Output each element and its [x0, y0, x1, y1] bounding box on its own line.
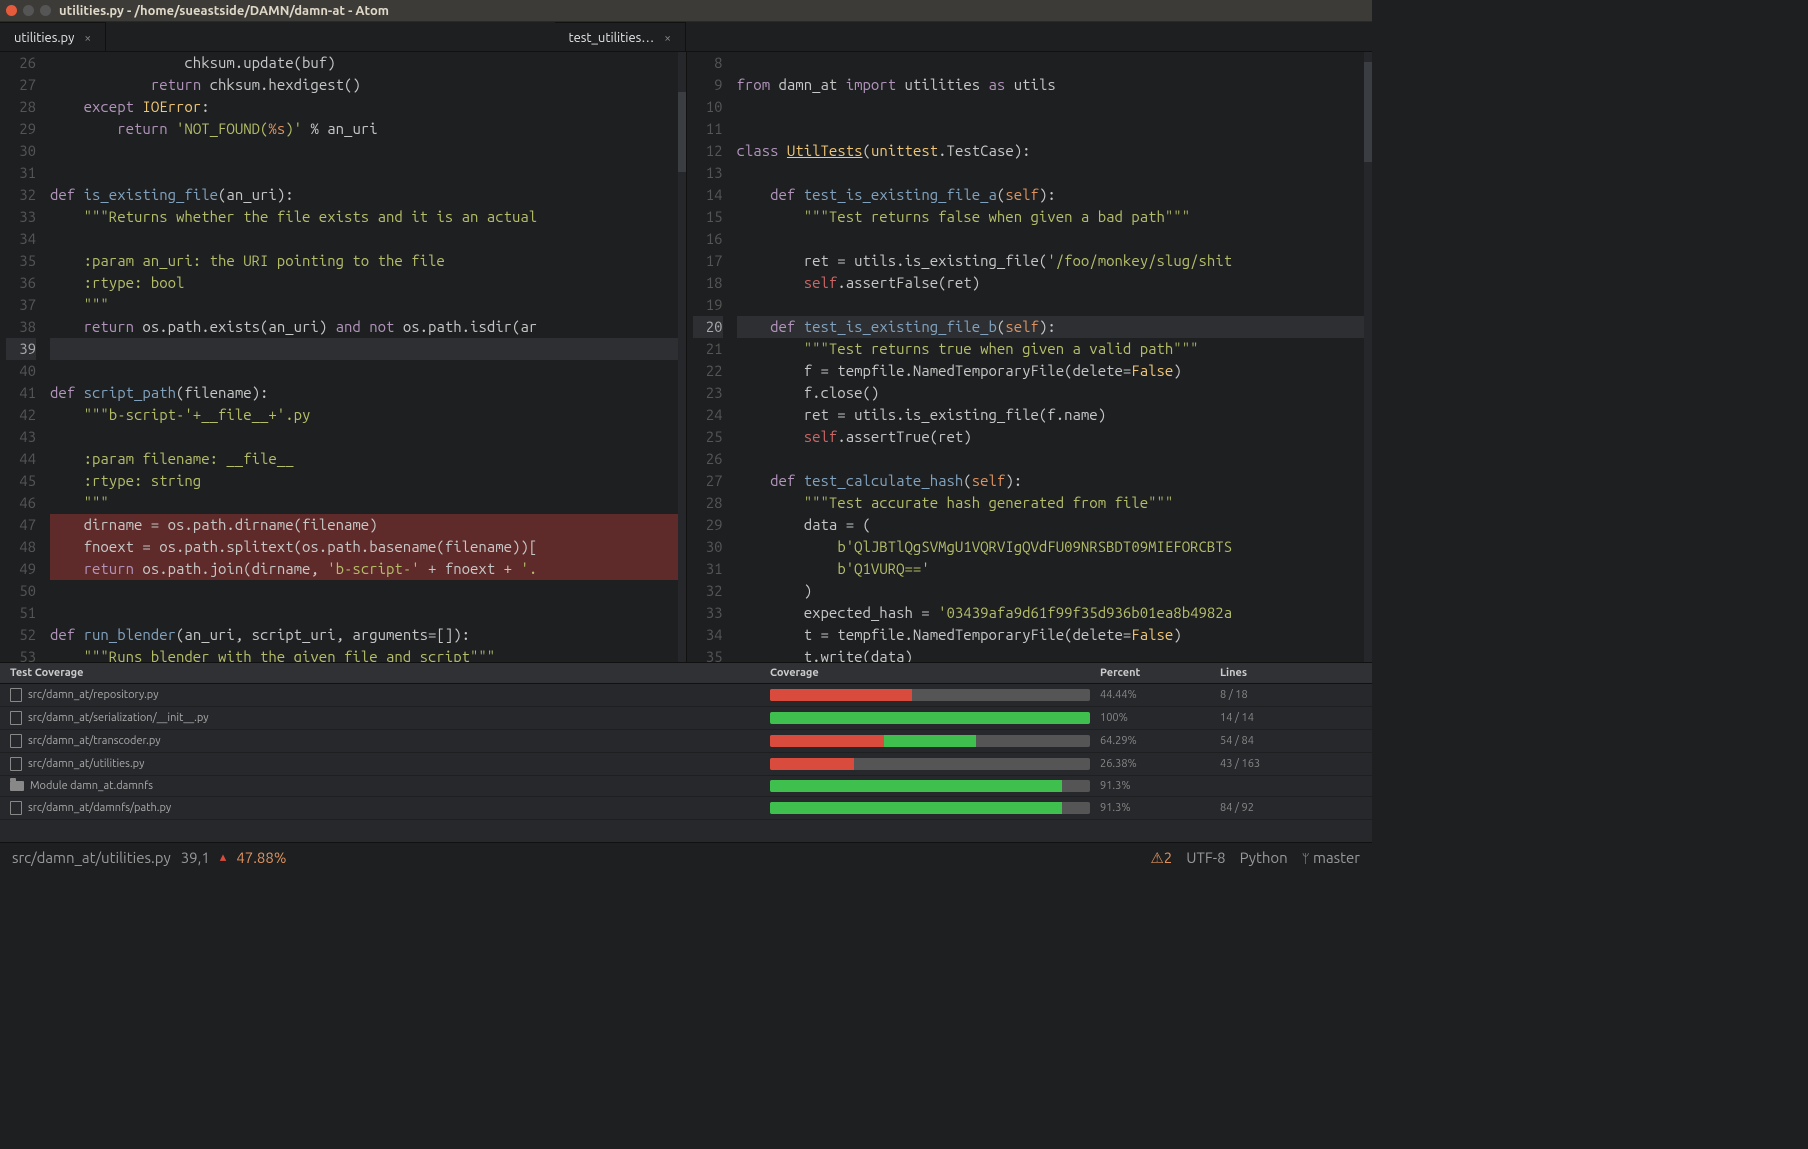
status-git-branch[interactable]: ᛘ master: [1302, 849, 1360, 866]
coverage-bar: [770, 689, 1090, 701]
window-minimize-button[interactable]: [23, 5, 34, 16]
coverage-lines: 84 / 92: [1220, 802, 1362, 814]
coverage-file-name: src/damn_at/damnfs/path.py: [28, 802, 171, 814]
coverage-bar: [770, 735, 1090, 747]
tab-bar: utilities.py × test_utilities… ×: [0, 22, 1372, 52]
coverage-row[interactable]: src/damn_at/utilities.py 26.38%43 / 163: [0, 753, 1372, 776]
editor-pane-left[interactable]: 2627282930313233343536373839404142434445…: [0, 52, 687, 662]
status-coverage-percent[interactable]: 47.88%: [236, 849, 286, 866]
coverage-percent: 44.44%: [1100, 689, 1220, 701]
coverage-percent: 64.29%: [1100, 735, 1220, 747]
file-icon: [10, 688, 22, 702]
editor-pane-right[interactable]: 8910111213141516171819202122232425262728…: [687, 52, 1373, 662]
window-titlebar: utilities.py - /home/sueastside/DAMN/dam…: [0, 0, 1372, 22]
arrow-up-icon: ▴: [220, 850, 227, 865]
line-gutter[interactable]: 8910111213141516171819202122232425262728…: [687, 52, 735, 662]
line-gutter[interactable]: 2627282930313233343536373839404142434445…: [0, 52, 48, 662]
coverage-row[interactable]: src/damn_at/serialization/__init__.py 100…: [0, 707, 1372, 730]
editor-split: 2627282930313233343536373839404142434445…: [0, 52, 1372, 662]
window-controls: [6, 5, 51, 16]
coverage-bar: [770, 758, 1090, 770]
tab-utilities[interactable]: utilities.py ×: [0, 22, 106, 51]
coverage-file-name: Module damn_at.damnfs: [30, 780, 153, 792]
tab-test-utilities[interactable]: test_utilities… ×: [555, 22, 686, 51]
coverage-row[interactable]: src/damn_at/transcoder.py 64.29%54 / 84: [0, 730, 1372, 753]
coverage-percent: 26.38%: [1100, 758, 1220, 770]
scrollbar[interactable]: [678, 52, 686, 662]
coverage-percent: 91.3%: [1100, 780, 1220, 792]
status-file-path[interactable]: src/damn_at/utilities.py: [12, 849, 171, 866]
close-icon[interactable]: ×: [664, 32, 671, 45]
status-encoding[interactable]: UTF-8: [1186, 849, 1225, 866]
coverage-row[interactable]: Module damn_at.damnfs 91.3%: [0, 776, 1372, 797]
file-icon: [10, 734, 22, 748]
coverage-file-name: src/damn_at/serialization/__init__.py: [28, 712, 209, 724]
coverage-file-name: src/damn_at/transcoder.py: [28, 735, 161, 747]
folder-icon: [10, 781, 24, 791]
close-icon[interactable]: ×: [84, 32, 91, 45]
window-close-button[interactable]: [6, 5, 17, 16]
coverage-lines: 8 / 18: [1220, 689, 1362, 701]
coverage-percent: 91.3%: [1100, 802, 1220, 814]
code-area[interactable]: from damn_at import utilities as utilscl…: [735, 52, 1373, 662]
col-percent: Percent: [1100, 667, 1220, 679]
coverage-file-name: src/damn_at/repository.py: [28, 689, 159, 701]
status-bar: src/damn_at/utilities.py 39,1 ▴ 47.88% ⚠…: [0, 842, 1372, 872]
status-cursor-pos[interactable]: 39,1: [181, 849, 210, 866]
coverage-bar: [770, 712, 1090, 724]
status-warnings[interactable]: ⚠2: [1150, 849, 1172, 867]
coverage-lines: 54 / 84: [1220, 735, 1362, 747]
col-coverage: Coverage: [770, 667, 1100, 679]
window-title: utilities.py - /home/sueastside/DAMN/dam…: [59, 4, 389, 18]
coverage-bar: [770, 780, 1090, 792]
warning-icon: ⚠: [1150, 849, 1163, 866]
coverage-header: Test Coverage Coverage Percent Lines: [0, 663, 1372, 684]
coverage-lines: 43 / 163: [1220, 758, 1362, 770]
tab-label: test_utilities…: [569, 31, 655, 45]
status-language[interactable]: Python: [1240, 849, 1288, 866]
coverage-row[interactable]: src/damn_at/damnfs/path.py 91.3%84 / 92: [0, 797, 1372, 820]
coverage-bar: [770, 802, 1090, 814]
branch-icon: ᛘ: [1302, 852, 1310, 866]
code-area[interactable]: chksum.update(buf) return chksum.hexdige…: [48, 52, 686, 662]
file-icon: [10, 757, 22, 771]
file-icon: [10, 801, 22, 815]
file-icon: [10, 711, 22, 725]
coverage-lines: 14 / 14: [1220, 712, 1362, 724]
tab-label: utilities.py: [14, 31, 74, 45]
window-maximize-button[interactable]: [40, 5, 51, 16]
scrollbar[interactable]: [1364, 52, 1372, 662]
col-title: Test Coverage: [10, 667, 770, 679]
coverage-row[interactable]: src/damn_at/repository.py 44.44%8 / 18: [0, 684, 1372, 707]
test-coverage-panel: Test Coverage Coverage Percent Lines src…: [0, 662, 1372, 842]
coverage-file-name: src/damn_at/utilities.py: [28, 758, 144, 770]
coverage-percent: 100%: [1100, 712, 1220, 724]
col-lines: Lines: [1220, 667, 1362, 679]
